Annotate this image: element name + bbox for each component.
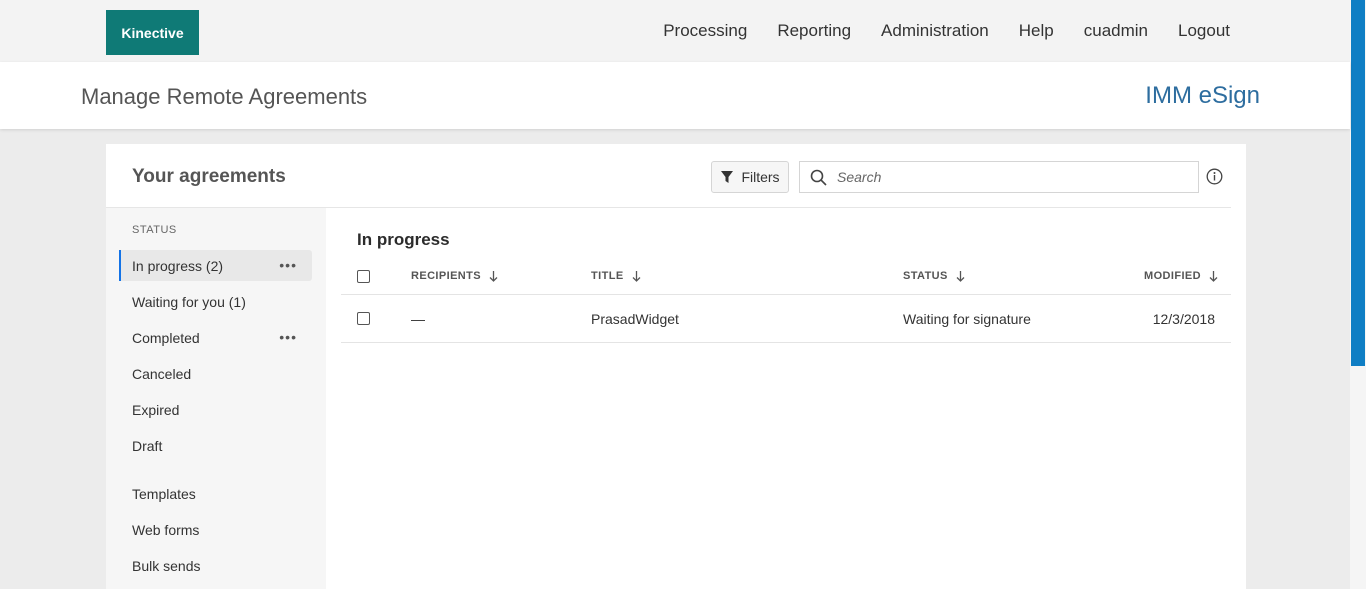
status-sidebar: STATUS In progress (2) ••• Waiting for y… <box>106 208 326 589</box>
table-divider <box>341 342 1231 343</box>
column-header-modified[interactable]: MODIFIED <box>1144 270 1218 282</box>
search-box[interactable] <box>799 161 1199 193</box>
agreements-card: Your agreements Filters STATUS In progre… <box>106 144 1246 589</box>
column-header-status[interactable]: STATUS <box>903 270 965 282</box>
row-checkbox[interactable] <box>357 312 370 325</box>
more-options-icon[interactable]: ••• <box>279 257 297 273</box>
sidebar-item-label: Canceled <box>132 365 192 382</box>
cell-modified: 12/3/2018 <box>1152 311 1215 327</box>
nav-user-account[interactable]: cuadmin <box>1084 21 1148 41</box>
kinective-logo[interactable]: Kinective <box>106 10 199 55</box>
sidebar-item-waiting-for-you[interactable]: Waiting for you (1) <box>119 286 312 317</box>
status-heading: STATUS <box>132 224 177 236</box>
sidebar-item-canceled[interactable]: Canceled <box>119 358 312 389</box>
sidebar-item-label: In progress (2) <box>132 257 224 274</box>
agreements-list: In progress RECIPIENTS TITLE STATUS MODI… <box>341 208 1231 589</box>
nav-help[interactable]: Help <box>1019 21 1054 41</box>
sidebar-item-in-progress[interactable]: In progress (2) ••• <box>119 250 312 281</box>
sidebar-item-expired[interactable]: Expired <box>119 394 312 425</box>
nav-administration[interactable]: Administration <box>881 21 989 41</box>
sidebar-item-label: Completed <box>132 329 200 346</box>
column-header-recipients[interactable]: RECIPIENTS <box>411 270 498 282</box>
column-label: STATUS <box>903 270 948 282</box>
cell-title[interactable]: PrasadWidget <box>591 311 679 327</box>
section-title: In progress <box>357 230 450 249</box>
page-header: Manage Remote Agreements IMM eSign <box>0 62 1350 129</box>
brand-title: IMM eSign <box>1145 82 1260 109</box>
sidebar-item-web-forms[interactable]: Web forms <box>119 514 312 545</box>
sidebar-item-bulk-sends[interactable]: Bulk sends <box>119 550 312 581</box>
select-all-checkbox[interactable] <box>357 270 370 283</box>
sort-arrow-down-icon <box>489 270 498 282</box>
sidebar-item-label: Templates <box>132 485 196 502</box>
search-input[interactable] <box>835 168 1179 186</box>
sidebar-item-templates[interactable]: Templates <box>119 478 312 509</box>
scrollbar-thumb[interactable] <box>1351 0 1365 366</box>
column-label: RECIPIENTS <box>411 270 482 282</box>
column-label: MODIFIED <box>1144 270 1201 282</box>
filter-icon <box>721 171 734 183</box>
top-navigation-bar: Kinective Processing Reporting Administr… <box>0 0 1350 62</box>
filters-label: Filters <box>741 169 780 185</box>
sidebar-item-label: Bulk sends <box>132 557 201 574</box>
sidebar-item-completed[interactable]: Completed ••• <box>119 322 312 353</box>
column-label: TITLE <box>591 270 624 282</box>
sort-arrow-down-icon <box>632 270 641 282</box>
filters-button[interactable]: Filters <box>711 161 789 193</box>
info-icon[interactable] <box>1206 168 1223 185</box>
column-header-title[interactable]: TITLE <box>591 270 641 282</box>
sort-arrow-down-icon <box>956 270 965 282</box>
sidebar-item-label: Web forms <box>132 521 200 538</box>
nav-processing[interactable]: Processing <box>663 21 747 41</box>
page-title: Manage Remote Agreements <box>81 84 368 109</box>
sidebar-item-label: Draft <box>132 437 163 454</box>
card-header: Your agreements Filters <box>106 144 1231 208</box>
sidebar-item-label: Waiting for you (1) <box>132 293 246 310</box>
sidebar-item-draft[interactable]: Draft <box>119 430 312 461</box>
nav-reporting[interactable]: Reporting <box>777 21 851 41</box>
nav-logout[interactable]: Logout <box>1178 21 1230 41</box>
table-divider <box>341 294 1231 295</box>
nav-links: Processing Reporting Administration Help… <box>633 0 1230 62</box>
search-icon <box>810 169 827 186</box>
more-options-icon[interactable]: ••• <box>279 329 297 345</box>
sidebar-item-label: Expired <box>132 401 180 418</box>
sort-arrow-down-icon <box>1209 270 1218 282</box>
card-title: Your agreements <box>132 166 286 187</box>
cell-status: Waiting for signature <box>903 311 1031 327</box>
cell-recipients: — <box>411 311 425 327</box>
